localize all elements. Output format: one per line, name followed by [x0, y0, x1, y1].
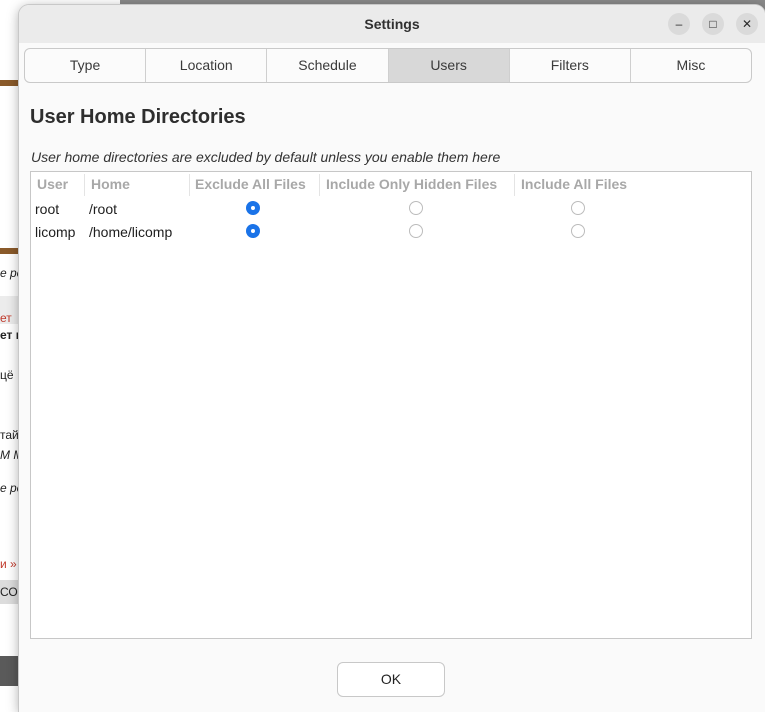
tab-location[interactable]: Location: [146, 49, 268, 82]
column-separator: [514, 174, 515, 196]
background-text: М М: [0, 448, 20, 462]
settings-dialog: Settings – □ ✕ Type Location Schedule Us…: [19, 5, 765, 712]
background-text: СО: [0, 585, 18, 599]
users-table: User Home Exclude All Files Include Only…: [30, 171, 752, 639]
background-text: и »: [0, 557, 17, 571]
user-cell: licomp: [35, 224, 76, 240]
tab-misc[interactable]: Misc: [631, 49, 751, 82]
background-text: тай: [0, 428, 19, 442]
window-title: Settings: [364, 16, 420, 32]
column-header-user[interactable]: User: [37, 176, 68, 192]
column-separator: [84, 174, 85, 196]
tab-filters[interactable]: Filters: [510, 49, 631, 82]
exclude-all-radio[interactable]: [246, 224, 260, 238]
background-text: цё: [0, 368, 14, 382]
include-hidden-radio[interactable]: [409, 224, 423, 238]
include-all-radio[interactable]: [571, 201, 585, 215]
column-header-home[interactable]: Home: [91, 176, 130, 192]
column-header-include-all[interactable]: Include All Files: [521, 176, 627, 192]
background-decoration: [0, 80, 20, 86]
home-cell: /root: [89, 201, 118, 217]
tab-users[interactable]: Users: [388, 49, 510, 82]
tab-schedule[interactable]: Schedule: [267, 49, 389, 82]
section-hint: User home directories are excluded by de…: [31, 149, 501, 165]
column-header-include-hidden[interactable]: Include Only Hidden Files: [326, 176, 497, 192]
close-icon: ✕: [741, 17, 753, 31]
tab-bar: Type Location Schedule Users Filters Mis…: [24, 48, 752, 83]
close-button[interactable]: ✕: [736, 13, 758, 35]
section-title: User Home Directories: [30, 106, 246, 128]
background-decoration: [0, 248, 20, 254]
maximize-icon: □: [709, 17, 717, 31]
include-all-radio[interactable]: [571, 224, 585, 238]
ok-button[interactable]: OK: [337, 662, 445, 697]
background-text: е ре: [0, 266, 20, 280]
minimize-button[interactable]: –: [668, 13, 690, 35]
background-text: ет к: [0, 328, 20, 342]
maximize-button[interactable]: □: [702, 13, 724, 35]
minimize-icon: –: [675, 17, 683, 31]
exclude-all-radio[interactable]: [246, 201, 260, 215]
include-hidden-radio[interactable]: [409, 201, 423, 215]
background-text: е ре: [0, 481, 20, 495]
column-header-exclude-all[interactable]: Exclude All Files: [195, 176, 306, 192]
column-separator: [189, 174, 190, 196]
column-separator: [319, 174, 320, 196]
title-bar[interactable]: Settings – □ ✕: [19, 5, 765, 43]
home-cell: /home/licomp: [89, 224, 173, 240]
background-panel: [0, 656, 20, 686]
tab-type[interactable]: Type: [25, 49, 147, 82]
user-cell: root: [35, 201, 60, 217]
background-text: ет: [0, 311, 12, 325]
